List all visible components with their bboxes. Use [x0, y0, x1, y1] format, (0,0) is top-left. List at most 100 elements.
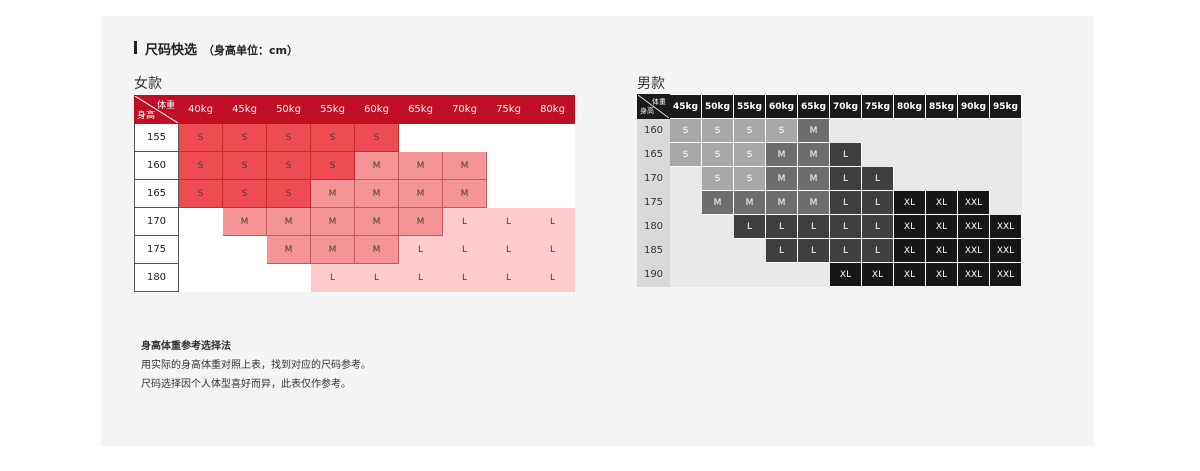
weight-header-cell: 75kg	[861, 94, 894, 119]
size-cell: L	[530, 235, 575, 264]
weight-header-cell: 80kg	[530, 95, 575, 124]
size-cell: XXL	[957, 214, 990, 239]
size-cell: M	[733, 190, 766, 215]
women-corner-cell: 体重 身高	[134, 95, 179, 124]
size-cell: L	[530, 207, 575, 236]
weight-header-cell: 55kg	[310, 95, 355, 124]
notes-line-1: 用实际的身高体重对照上表，找到对应的尺码参考。	[141, 360, 371, 371]
size-cell: M	[398, 151, 443, 180]
size-cell: S	[669, 118, 702, 143]
empty-cell	[222, 263, 267, 292]
size-cell: M	[442, 179, 487, 208]
height-header-cell: 165	[134, 179, 179, 208]
size-cell: L	[398, 263, 443, 292]
empty-cell	[733, 262, 766, 287]
size-cell: XL	[925, 238, 958, 263]
size-cell: L	[829, 238, 862, 263]
height-header-cell: 170	[637, 166, 670, 191]
weight-header-cell: 65kg	[797, 94, 830, 119]
notes-section: 身高体重参考选择法 用实际的身高体重对照上表，找到对应的尺码参考。 尺码选择因个…	[141, 337, 371, 394]
notes-title: 身高体重参考选择法	[141, 341, 231, 352]
table-row: 155 S S S S S	[134, 123, 575, 152]
size-cell: S	[765, 118, 798, 143]
size-cell: M	[354, 179, 399, 208]
empty-cell	[486, 123, 531, 152]
size-cell: S	[178, 123, 223, 152]
height-header-cell: 165	[637, 142, 670, 167]
size-cell: L	[797, 238, 830, 263]
weight-header-cell: 70kg	[442, 95, 487, 124]
weight-header-cell: 60kg	[354, 95, 399, 124]
size-cell: XL	[893, 190, 926, 215]
empty-cell	[989, 190, 1022, 215]
empty-cell	[266, 263, 311, 292]
size-cell: S	[266, 151, 311, 180]
size-cell: S	[733, 166, 766, 191]
size-cell: XL	[893, 214, 926, 239]
height-header-cell: 190	[637, 262, 670, 287]
empty-cell	[989, 166, 1022, 191]
size-cell: L	[765, 214, 798, 239]
corner-height-label: 身高	[640, 107, 654, 115]
size-cell: M	[797, 142, 830, 167]
empty-cell	[829, 118, 862, 143]
table-row: 170 S S M M L L	[637, 166, 1022, 191]
size-cell: M	[222, 207, 267, 236]
size-cell: XL	[925, 262, 958, 287]
height-header-cell: 170	[134, 207, 179, 236]
height-header-cell: 185	[637, 238, 670, 263]
corner-height-label: 身高	[137, 111, 156, 121]
size-cell: S	[266, 123, 311, 152]
empty-cell	[893, 166, 926, 191]
table-row: 160 S S S S M	[637, 118, 1022, 143]
corner-weight-label: 体重	[652, 98, 666, 106]
table-row: 165 S S S M M L	[637, 142, 1022, 167]
table-row: 175 M M M L L L L	[134, 235, 575, 264]
weight-header-cell: 50kg	[266, 95, 311, 124]
size-cell: M	[797, 118, 830, 143]
empty-cell	[669, 166, 702, 191]
size-cell: S	[222, 179, 267, 208]
size-cell: XXL	[989, 238, 1022, 263]
empty-cell	[957, 142, 990, 167]
size-guide-title: 尺码快选 （身高单位：cm）	[134, 39, 298, 58]
weight-header-cell: 65kg	[398, 95, 443, 124]
size-cell: L	[829, 190, 862, 215]
empty-cell	[442, 123, 487, 152]
size-cell: L	[861, 190, 894, 215]
empty-cell	[989, 118, 1022, 143]
empty-cell	[398, 123, 443, 152]
size-cell: L	[354, 263, 399, 292]
table-row: 165 S S S M M M M	[134, 179, 575, 208]
size-cell: M	[442, 151, 487, 180]
size-cell: M	[310, 235, 355, 264]
size-cell: S	[178, 179, 223, 208]
height-header-cell: 180	[637, 214, 670, 239]
size-cell: XL	[861, 262, 894, 287]
weight-header-cell: 80kg	[893, 94, 926, 119]
weight-header-cell: 60kg	[765, 94, 798, 119]
title-marker	[134, 40, 137, 54]
empty-cell	[957, 166, 990, 191]
empty-cell	[893, 142, 926, 167]
size-cell: S	[266, 179, 311, 208]
size-cell: L	[530, 263, 575, 292]
size-cell: S	[178, 151, 223, 180]
size-cell: L	[486, 207, 531, 236]
size-cell: XXL	[989, 214, 1022, 239]
empty-cell	[925, 166, 958, 191]
page-subtitle: （身高单位：cm）	[203, 44, 298, 57]
height-header-cell: 180	[134, 263, 179, 292]
weight-header-cell: 45kg	[222, 95, 267, 124]
size-cell: S	[701, 166, 734, 191]
size-cell: M	[398, 207, 443, 236]
table-row: 185 L L L L XL XL XXL XXL	[637, 238, 1022, 263]
size-cell: L	[442, 207, 487, 236]
table-row: 170 M M M M M L L L	[134, 207, 575, 236]
weight-header-cell: 55kg	[733, 94, 766, 119]
empty-cell	[925, 118, 958, 143]
size-cell: S	[222, 123, 267, 152]
size-cell: M	[797, 166, 830, 191]
table-row: 175 M M M M L L XL XL XXL	[637, 190, 1022, 215]
table-row: 180 L L L L L XL XL XXL XXL	[637, 214, 1022, 239]
